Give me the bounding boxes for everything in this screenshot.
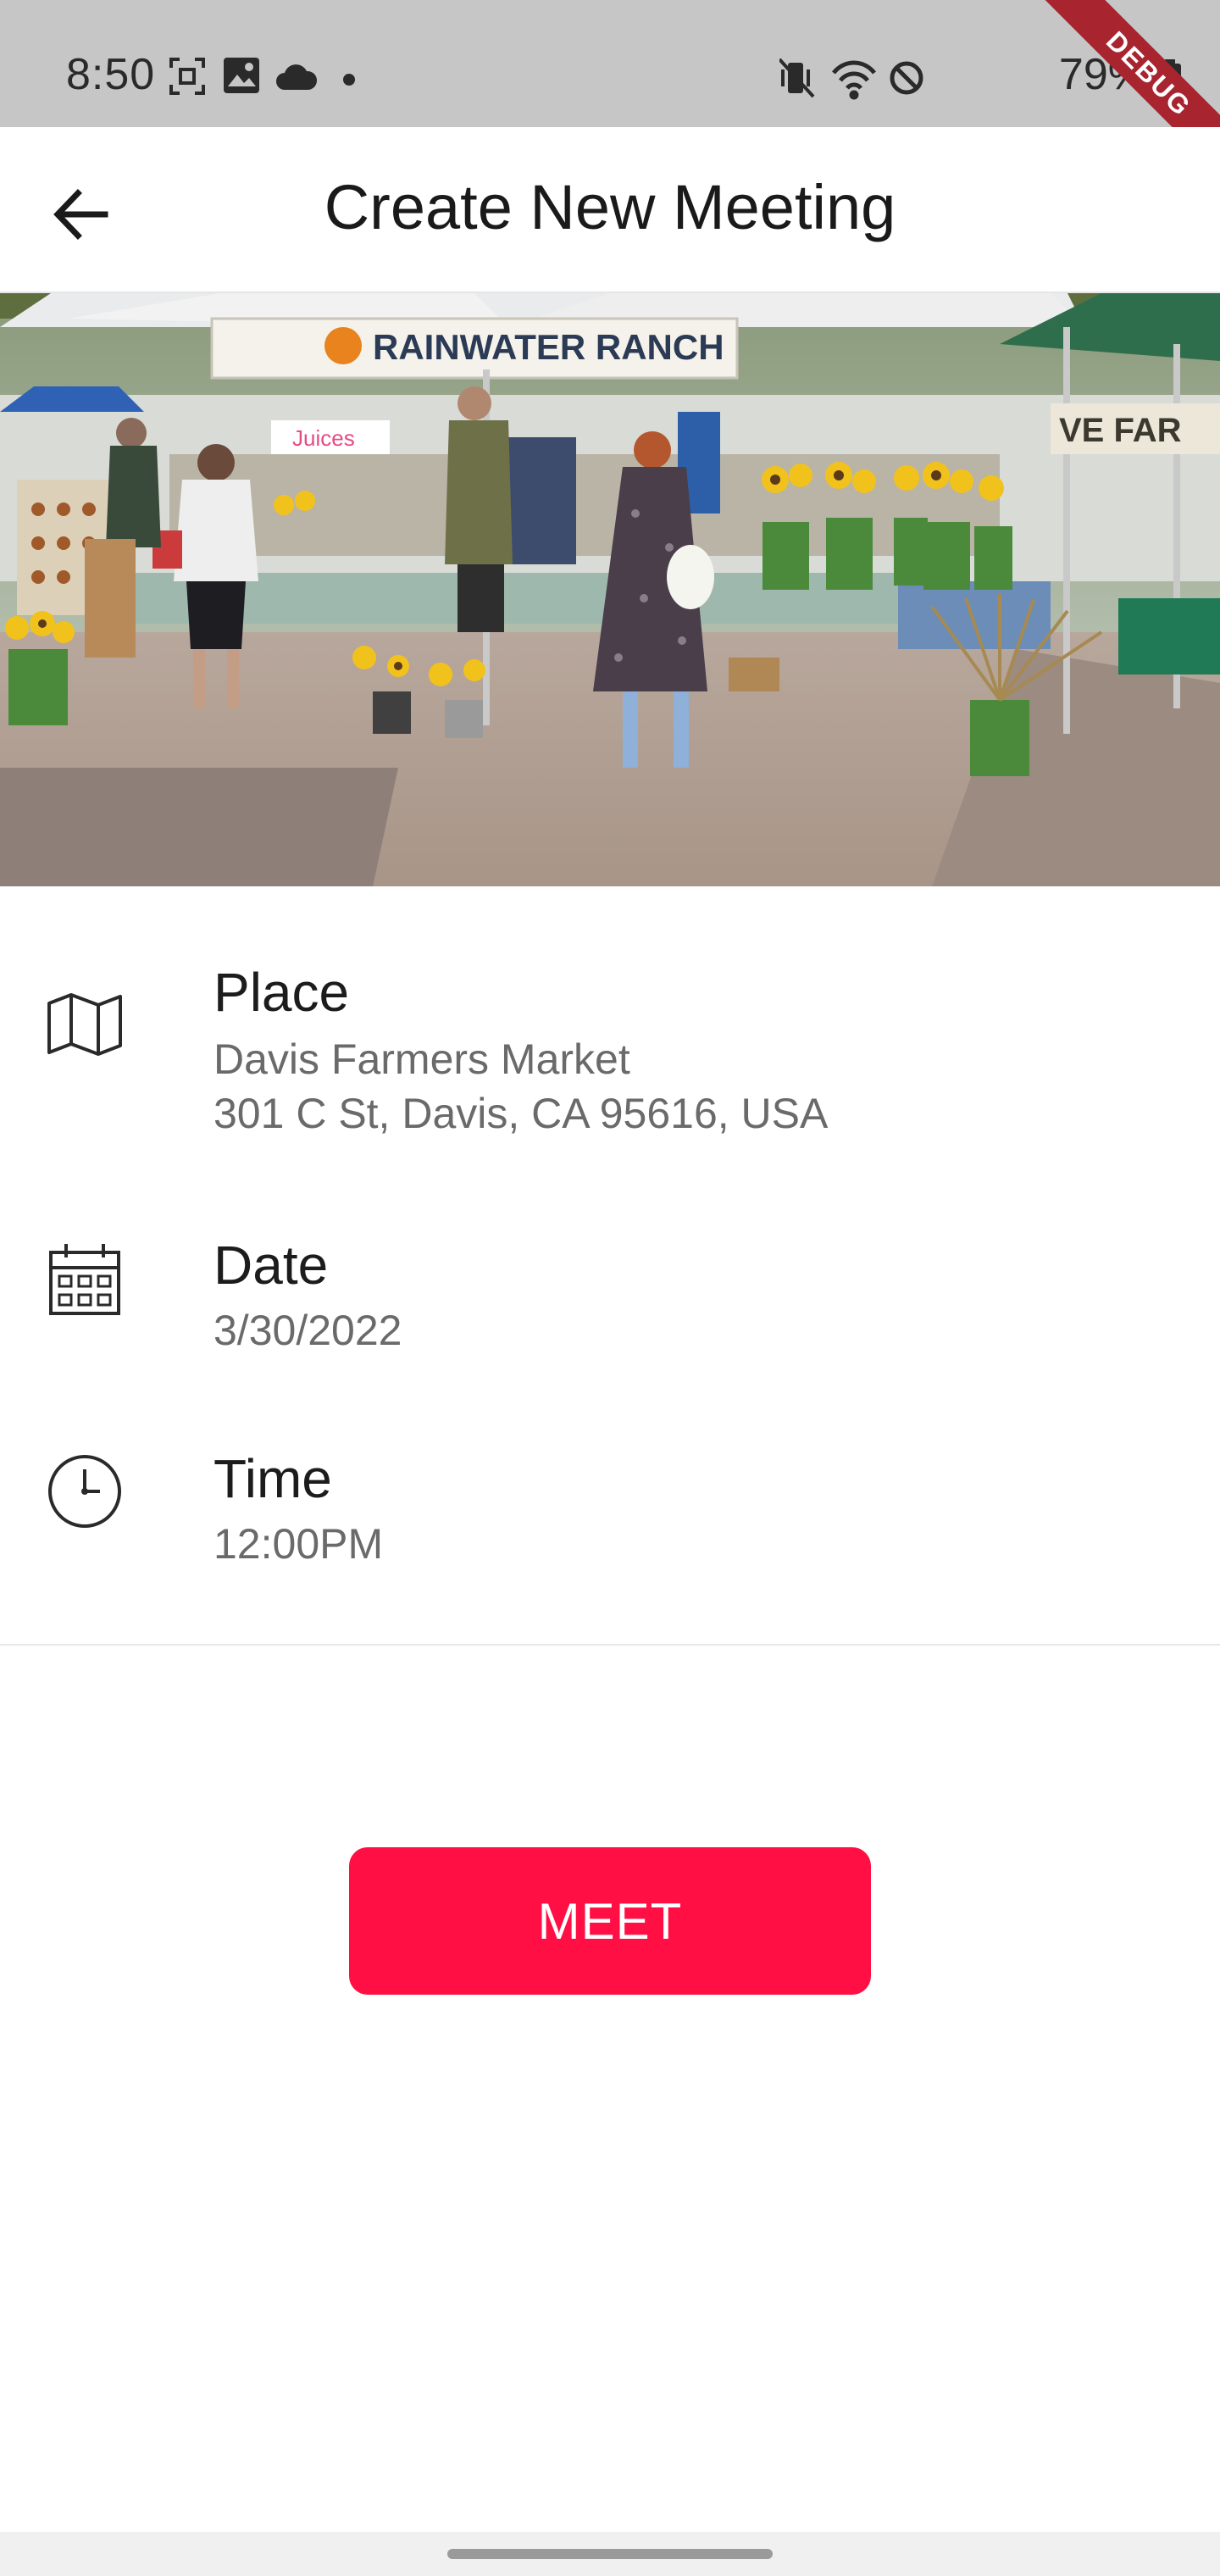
banner-text: RAINWATER RANCH (373, 327, 724, 367)
place-name: Davis Farmers Market (214, 1035, 630, 1083)
page-title: Create New Meeting (324, 172, 896, 242)
market-photo: RAINWATER RANCH Juices VE FAR (0, 293, 1220, 886)
gallery-icon (224, 58, 259, 93)
navigation-bar (0, 2532, 1220, 2576)
date-label: Date (214, 1235, 329, 1296)
battery-percent: 79% (1058, 50, 1147, 99)
place-address: 301 C St, Davis, CA 95616, USA (214, 1090, 829, 1137)
market-illustration: RAINWATER RANCH Juices VE FAR (0, 293, 1220, 886)
time-row[interactable]: Time 12:00PM (0, 1444, 1220, 1588)
create-meeting-screen: 8:50 79% DEBUG Create New Meeting RAINWA… (0, 0, 1220, 2576)
status-right: 79% (712, 0, 1220, 127)
place-label: Place (214, 962, 350, 1023)
dot-icon (343, 74, 355, 86)
wifi-icon (832, 60, 876, 100)
app-bar: Create New Meeting (0, 127, 1220, 293)
status-right-icons (779, 58, 923, 100)
battery-icon (1159, 59, 1181, 99)
status-bar: 8:50 79% DEBUG (0, 0, 1220, 179)
screenshot-icon (169, 58, 205, 95)
meet-button[interactable]: MEET (349, 1847, 871, 1995)
status-time: 8:50 (66, 50, 156, 99)
juices-sign: Juices (292, 425, 355, 451)
time-value: 12:00PM (214, 1520, 384, 1568)
date-value: 3/30/2022 (214, 1307, 402, 1354)
farm-sign: VE FAR (1059, 412, 1182, 449)
place-row[interactable]: Place Davis Farmers Market 301 C St, Dav… (0, 958, 1220, 1144)
cloud-icon (276, 64, 318, 90)
clock-icon (48, 1455, 121, 1528)
date-row[interactable]: Date 3/30/2022 (0, 1230, 1220, 1374)
time-label: Time (214, 1448, 332, 1509)
section-divider (0, 1644, 1220, 1646)
calendar-icon (49, 1244, 120, 1315)
status-left-icons (169, 58, 355, 95)
do-not-disturb-icon (890, 61, 923, 95)
home-indicator[interactable] (447, 2549, 773, 2559)
mute-vibrate-icon (779, 58, 815, 98)
map-icon (47, 993, 122, 1056)
